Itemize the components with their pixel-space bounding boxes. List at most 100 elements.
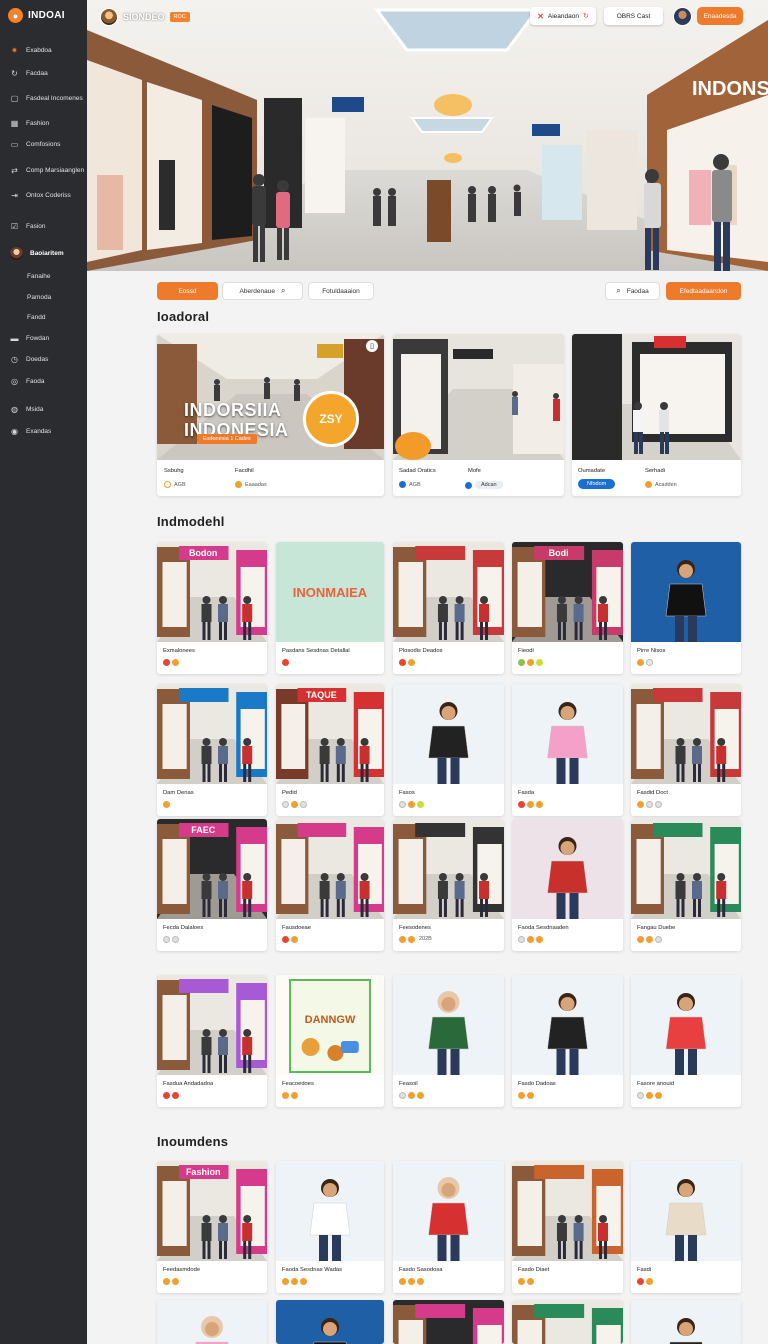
product-card[interactable]: Feasoil xyxy=(393,975,504,1107)
product-card[interactable]: Faoda Sesdnaaden xyxy=(512,819,623,951)
sidebar-item-16[interactable]: ◉ Exandas xyxy=(0,423,87,439)
color-swatch[interactable] xyxy=(527,1092,534,1099)
tab-active[interactable]: Eossd xyxy=(157,282,218,300)
color-swatch[interactable] xyxy=(172,659,179,666)
product-card[interactable]: Feesodenes 202B xyxy=(393,819,504,951)
color-swatch[interactable] xyxy=(646,1092,653,1099)
product-card[interactable]: DANNGW Feacoedoes xyxy=(276,975,384,1107)
sidebar-item-6[interactable]: ⇥ Ontox Coderiss xyxy=(0,187,87,203)
color-swatch[interactable] xyxy=(527,801,534,808)
topbar-cta-button[interactable]: Enaadesda xyxy=(697,7,743,25)
color-swatch[interactable] xyxy=(172,936,179,943)
color-swatch[interactable] xyxy=(399,1092,406,1099)
sidebar-item-9[interactable]: Fanaihe xyxy=(0,268,87,284)
color-swatch[interactable] xyxy=(637,1278,644,1285)
product-card[interactable]: Fasdo Diaet xyxy=(512,1161,623,1293)
sidebar-item-11[interactable]: Fandd xyxy=(0,309,87,325)
product-card[interactable]: Faoda Sesdnas Wadas xyxy=(276,1161,384,1293)
color-swatch[interactable] xyxy=(291,1092,298,1099)
color-swatch[interactable] xyxy=(518,801,525,808)
product-card[interactable]: TAQUE Pedid xyxy=(276,684,384,816)
sidebar-item-13[interactable]: ◷ Doedas xyxy=(0,351,87,367)
color-swatch[interactable] xyxy=(300,1278,307,1285)
color-swatch[interactable] xyxy=(408,936,415,943)
color-swatch[interactable] xyxy=(399,936,406,943)
sidebar-item-7[interactable]: ☑ Fasion xyxy=(0,218,87,234)
sidebar-item-14[interactable]: ◎ Faoda xyxy=(0,373,87,389)
product-card[interactable] xyxy=(631,1300,741,1344)
product-card[interactable]: Bodon Exmalonees xyxy=(157,542,267,674)
product-card[interactable]: Plosodis Deados xyxy=(393,542,504,674)
account-avatar[interactable] xyxy=(673,7,692,26)
product-card[interactable]: INONMAIEA Pasdans Sesdnas Detallal xyxy=(276,542,384,674)
topbar-pill-2[interactable]: OBRS Cast xyxy=(604,7,663,25)
color-swatch[interactable] xyxy=(300,801,307,808)
color-swatch[interactable] xyxy=(518,1092,525,1099)
product-card[interactable] xyxy=(157,1300,267,1344)
color-swatch[interactable] xyxy=(291,801,298,808)
product-card[interactable]: FAEC Fecda Dalaloes xyxy=(157,819,267,951)
color-swatch[interactable] xyxy=(536,936,543,943)
sidebar-item-1[interactable]: ↻ Facdaa xyxy=(0,65,87,81)
color-swatch[interactable] xyxy=(172,1092,179,1099)
color-swatch[interactable] xyxy=(291,936,298,943)
color-swatch[interactable] xyxy=(518,659,525,666)
color-swatch[interactable] xyxy=(172,1278,179,1285)
product-card[interactable]: Fashion Feedasmdode xyxy=(157,1161,267,1293)
product-card[interactable]: Fasore anouid xyxy=(631,975,741,1107)
color-swatch[interactable] xyxy=(655,801,662,808)
product-card[interactable]: Fasda xyxy=(512,684,623,816)
color-swatch[interactable] xyxy=(536,801,543,808)
right-cta-button[interactable]: Efedtaadaandon xyxy=(666,282,741,300)
sidebar-item-2[interactable]: ▢ Fasdeal Incomenes xyxy=(0,90,87,106)
color-swatch[interactable] xyxy=(399,659,406,666)
color-swatch[interactable] xyxy=(163,801,170,808)
color-swatch[interactable] xyxy=(408,801,415,808)
sidebar-item-10[interactable]: Pamoda xyxy=(0,289,87,305)
featured-card-3[interactable]: Oumadate Serhadi Nfodom Acadden xyxy=(572,334,741,496)
featured-card-2[interactable]: Sadad Oratics Mofe AGB Adcan xyxy=(393,334,564,496)
color-swatch[interactable] xyxy=(408,1092,415,1099)
product-card[interactable]: Bodi Fieodi xyxy=(512,542,623,674)
search-input[interactable]: Aberdenaue ⌕ xyxy=(222,282,303,300)
color-swatch[interactable] xyxy=(408,1278,415,1285)
color-swatch[interactable] xyxy=(655,1092,662,1099)
product-card[interactable]: Fasdo Dadoas xyxy=(512,975,623,1107)
color-swatch[interactable] xyxy=(163,1278,170,1285)
sidebar-item-8[interactable]: Baoiaritem xyxy=(0,245,87,261)
product-card[interactable]: Fasos xyxy=(393,684,504,816)
color-swatch[interactable] xyxy=(518,1278,525,1285)
color-swatch[interactable] xyxy=(536,659,543,666)
color-swatch[interactable] xyxy=(527,659,534,666)
featured-card-1[interactable]: INDORSIIA INDONESIA Exdonesia 1 Cadex ZS… xyxy=(157,334,384,496)
color-swatch[interactable] xyxy=(646,801,653,808)
color-swatch[interactable] xyxy=(408,659,415,666)
sidebar-item-15[interactable]: ◍ Msida xyxy=(0,401,87,417)
color-swatch[interactable] xyxy=(637,936,644,943)
tab-3[interactable]: Fotuldaaaion xyxy=(308,282,374,300)
color-swatch[interactable] xyxy=(637,801,644,808)
color-swatch[interactable] xyxy=(646,659,653,666)
color-swatch[interactable] xyxy=(417,1092,424,1099)
color-swatch[interactable] xyxy=(163,659,170,666)
color-swatch[interactable] xyxy=(637,659,644,666)
topbar-user[interactable]: SIONDEO ROC xyxy=(100,8,190,26)
color-swatch[interactable] xyxy=(655,936,662,943)
product-card[interactable] xyxy=(393,1300,504,1344)
product-card[interactable] xyxy=(512,1300,623,1344)
color-swatch[interactable] xyxy=(282,659,289,666)
bookmark-icon[interactable]: ▯ xyxy=(366,340,378,352)
color-swatch[interactable] xyxy=(163,1092,170,1099)
topbar-pill-1[interactable]: ✕ Aieandaon ↻ xyxy=(530,7,596,25)
color-swatch[interactable] xyxy=(399,801,406,808)
brand[interactable]: ● INDOAI xyxy=(8,8,65,23)
color-swatch[interactable] xyxy=(527,1278,534,1285)
color-swatch[interactable] xyxy=(646,936,653,943)
sidebar-item-5[interactable]: ⇄ Comp Marsiaanglen xyxy=(0,162,87,178)
color-swatch[interactable] xyxy=(417,1278,424,1285)
sidebar-item-3[interactable]: ▦ Fashion xyxy=(0,115,87,131)
color-swatch[interactable] xyxy=(518,936,525,943)
color-swatch[interactable] xyxy=(282,1278,289,1285)
color-swatch[interactable] xyxy=(417,801,424,808)
color-swatch[interactable] xyxy=(291,1278,298,1285)
